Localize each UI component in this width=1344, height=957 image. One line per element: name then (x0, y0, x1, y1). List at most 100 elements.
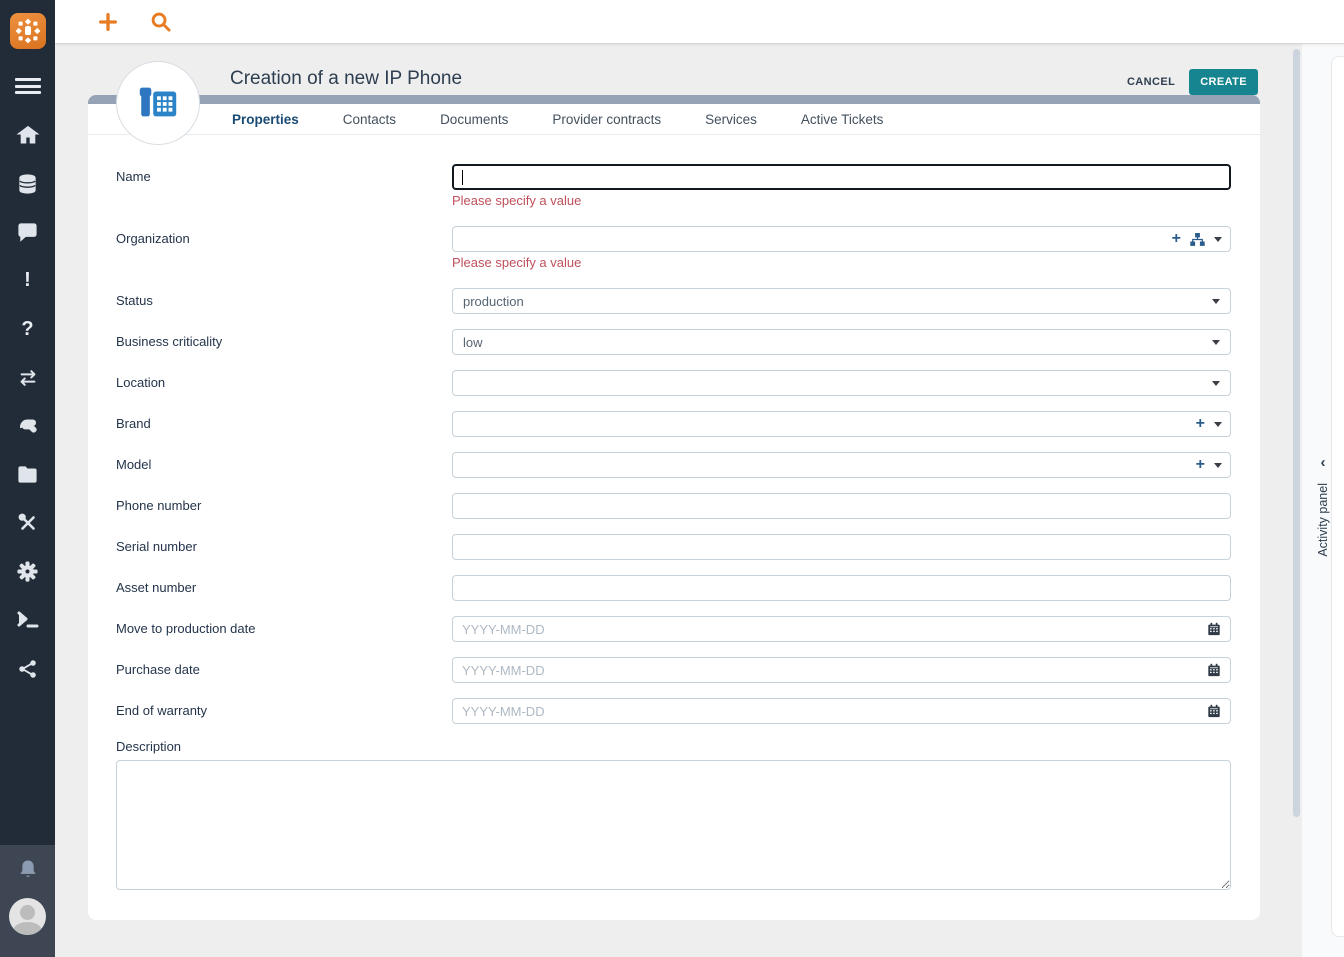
create-button[interactable]: CREATE (1189, 69, 1258, 95)
vertical-scrollbar[interactable] (1293, 49, 1300, 817)
sidebar-footer (0, 845, 55, 957)
tools-icon (16, 511, 40, 535)
phone-number-input[interactable] (452, 493, 1231, 519)
hand-support-icon (16, 414, 40, 438)
calendar-icon[interactable] (1207, 622, 1221, 636)
field-label: Asset number (116, 575, 452, 601)
hamburger-menu-icon[interactable] (15, 75, 41, 97)
field-label: Model (116, 452, 452, 478)
object-creation-panel: Creation of a new IP Phone CANCEL CREATE (88, 61, 1260, 920)
business-criticality-select[interactable]: low (452, 329, 1231, 355)
home-icon (16, 123, 40, 147)
sidebar-item-chat[interactable] (0, 208, 55, 257)
end-of-warranty-field (452, 698, 1231, 724)
move-to-production-date-input[interactable] (462, 622, 1207, 637)
field-label: Brand (116, 411, 452, 437)
selected-value: low (463, 335, 1212, 350)
user-avatar[interactable] (9, 898, 46, 935)
field-label: Purchase date (116, 657, 452, 683)
field-label: End of warranty (116, 698, 452, 724)
plus-icon[interactable]: + (1196, 416, 1205, 432)
field-label: Move to production date (116, 616, 452, 642)
model-select[interactable]: + (452, 452, 1231, 478)
field-label: Location (116, 370, 452, 396)
sidebar-item-help[interactable]: ? (0, 305, 55, 354)
name-input[interactable] (452, 164, 1231, 190)
field-label: Name (116, 164, 452, 208)
itop-logo-icon (15, 18, 41, 44)
sidebar-item-share[interactable] (0, 645, 55, 694)
tab-properties[interactable]: Properties (232, 112, 299, 127)
tab-contacts[interactable]: Contacts (343, 112, 396, 127)
sidebar-item-console[interactable] (0, 596, 55, 645)
calendar-icon[interactable] (1207, 704, 1221, 718)
caret-down-icon[interactable] (1214, 422, 1222, 427)
topbar (55, 0, 1344, 44)
exclamation-icon: ! (24, 269, 31, 292)
tab-provider-contracts[interactable]: Provider contracts (552, 112, 661, 127)
avatar-head (20, 905, 35, 920)
text-cursor (462, 170, 463, 185)
question-icon: ? (21, 318, 33, 341)
validation-error: Please specify a value (452, 255, 1231, 270)
plus-icon[interactable]: + (1172, 231, 1181, 247)
bell-icon (15, 857, 41, 883)
caret-down-icon[interactable] (1214, 237, 1222, 242)
tab-services[interactable]: Services (705, 112, 757, 127)
field-label: Phone number (116, 493, 452, 519)
serial-number-input[interactable] (452, 534, 1231, 560)
sidebar-item-home[interactable] (0, 111, 55, 160)
description-textarea[interactable] (116, 760, 1231, 890)
end-of-warranty-input[interactable] (462, 704, 1207, 719)
activity-panel-label[interactable]: Activity panel (1316, 483, 1330, 557)
purchase-date-field (452, 657, 1231, 683)
status-select[interactable]: production (452, 288, 1231, 314)
field-row-description: Description (116, 739, 1231, 895)
sidebar-item-data[interactable] (0, 160, 55, 209)
sidebar-item-documents[interactable] (0, 451, 55, 500)
page-title: Creation of a new IP Phone (230, 68, 462, 90)
field-row-end-of-warranty: End of warranty (116, 698, 1231, 724)
field-label: Serial number (116, 534, 452, 560)
expand-activity-panel-icon[interactable]: ‹ (1321, 454, 1326, 471)
sidebar-item-support[interactable] (0, 402, 55, 451)
sidebar-item-configuration[interactable] (0, 499, 55, 548)
quick-create-button[interactable] (97, 11, 119, 33)
tab-documents[interactable]: Documents (440, 112, 508, 127)
object-header: Creation of a new IP Phone CANCEL CREATE (88, 61, 1260, 95)
location-select[interactable] (452, 370, 1231, 396)
itop-logo[interactable] (10, 13, 46, 49)
field-label: Description (116, 739, 1231, 754)
notifications-button[interactable] (15, 857, 41, 888)
plus-icon[interactable]: + (1196, 457, 1205, 473)
purchase-date-input[interactable] (462, 663, 1207, 678)
brand-select[interactable]: + (452, 411, 1231, 437)
move-to-production-date-field (452, 616, 1231, 642)
tab-active-tickets[interactable]: Active Tickets (801, 112, 884, 127)
properties-form: Name Please specify a value Organization… (88, 135, 1260, 895)
hierarchy-icon[interactable] (1190, 233, 1205, 246)
card-top-bar (88, 95, 1260, 104)
caret-down-icon (1212, 299, 1220, 304)
global-search-button[interactable] (149, 10, 172, 33)
selected-value: production (463, 294, 1212, 309)
form-card: Properties Contacts Documents Provider c… (88, 104, 1260, 920)
tab-bar: Properties Contacts Documents Provider c… (88, 104, 1260, 135)
caret-down-icon (1212, 340, 1220, 345)
asset-number-input[interactable] (452, 575, 1231, 601)
database-icon (16, 172, 39, 196)
folder-icon (16, 463, 39, 486)
field-row-serial-number: Serial number (116, 534, 1231, 560)
organization-select[interactable]: + (452, 226, 1231, 252)
search-icon (149, 10, 172, 33)
sidebar-item-alerts[interactable]: ! (0, 257, 55, 306)
sidebar-item-settings[interactable] (0, 548, 55, 597)
cancel-button[interactable]: CANCEL (1117, 70, 1185, 94)
caret-down-icon[interactable] (1214, 463, 1222, 468)
object-icon-circle (116, 61, 200, 145)
calendar-icon[interactable] (1207, 663, 1221, 677)
field-row-model: Model + (116, 452, 1231, 478)
ip-phone-icon (135, 80, 181, 126)
gear-icon (16, 560, 39, 583)
sidebar-item-changes[interactable] (0, 354, 55, 403)
